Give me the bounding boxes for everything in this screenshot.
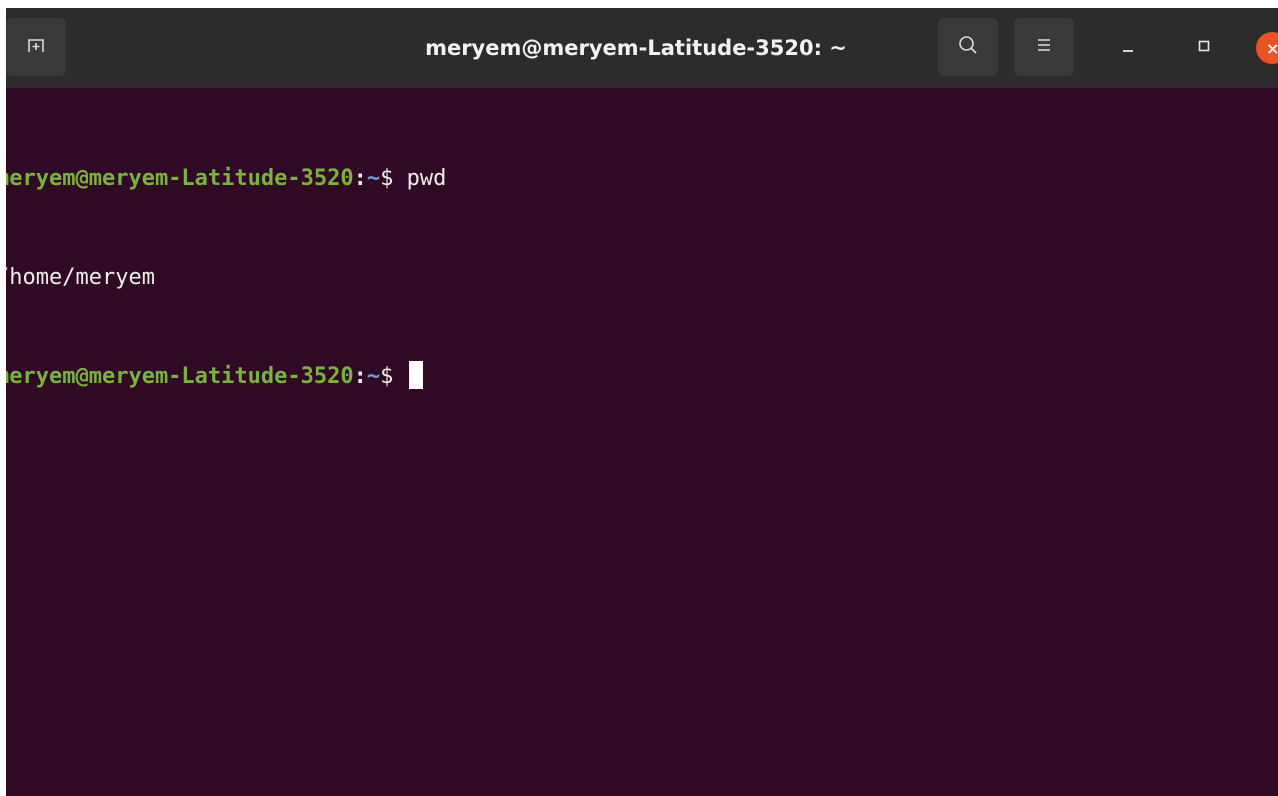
prompt-colon: :: [353, 166, 367, 191]
prompt-line: meryem@meryem-Latitude-3520:~$: [6, 360, 1278, 393]
command-output: /home/meryem: [6, 265, 155, 290]
search-icon: [957, 34, 979, 60]
new-tab-button[interactable]: [6, 18, 66, 76]
close-icon: ×: [1266, 38, 1278, 58]
minimize-button[interactable]: [1110, 30, 1146, 66]
prompt-dollar: $: [380, 364, 407, 389]
terminal-window: meryem@meryem-Latitude-3520: ~ × meryem@…: [6, 8, 1278, 796]
prompt-colon: :: [353, 364, 367, 389]
prompt-line: meryem@meryem-Latitude-3520:~$ pwd: [6, 162, 1278, 195]
prompt-path: ~: [366, 364, 381, 389]
maximize-button[interactable]: [1186, 30, 1222, 66]
maximize-icon: [1196, 38, 1212, 58]
search-button[interactable]: [938, 18, 998, 76]
close-button[interactable]: ×: [1256, 32, 1278, 64]
title-bar[interactable]: meryem@meryem-Latitude-3520: ~ ×: [6, 8, 1278, 88]
prompt-user-host: meryem@meryem-Latitude-3520: [6, 364, 354, 389]
menu-button[interactable]: [1014, 18, 1074, 76]
prompt-user-host: meryem@meryem-Latitude-3520: [6, 166, 354, 191]
minimize-icon: [1120, 38, 1136, 58]
window-title: meryem@meryem-Latitude-3520: ~: [425, 36, 847, 60]
text-cursor: [408, 361, 423, 389]
terminal-output[interactable]: meryem@meryem-Latitude-3520:~$ pwd /home…: [6, 96, 1278, 796]
prompt-dollar: $: [380, 166, 407, 191]
command-text: pwd: [406, 166, 447, 191]
prompt-path: ~: [366, 166, 381, 191]
new-tab-icon: [26, 35, 46, 59]
hamburger-menu-icon: [1034, 35, 1054, 59]
output-line: /home/meryem: [6, 261, 1278, 294]
